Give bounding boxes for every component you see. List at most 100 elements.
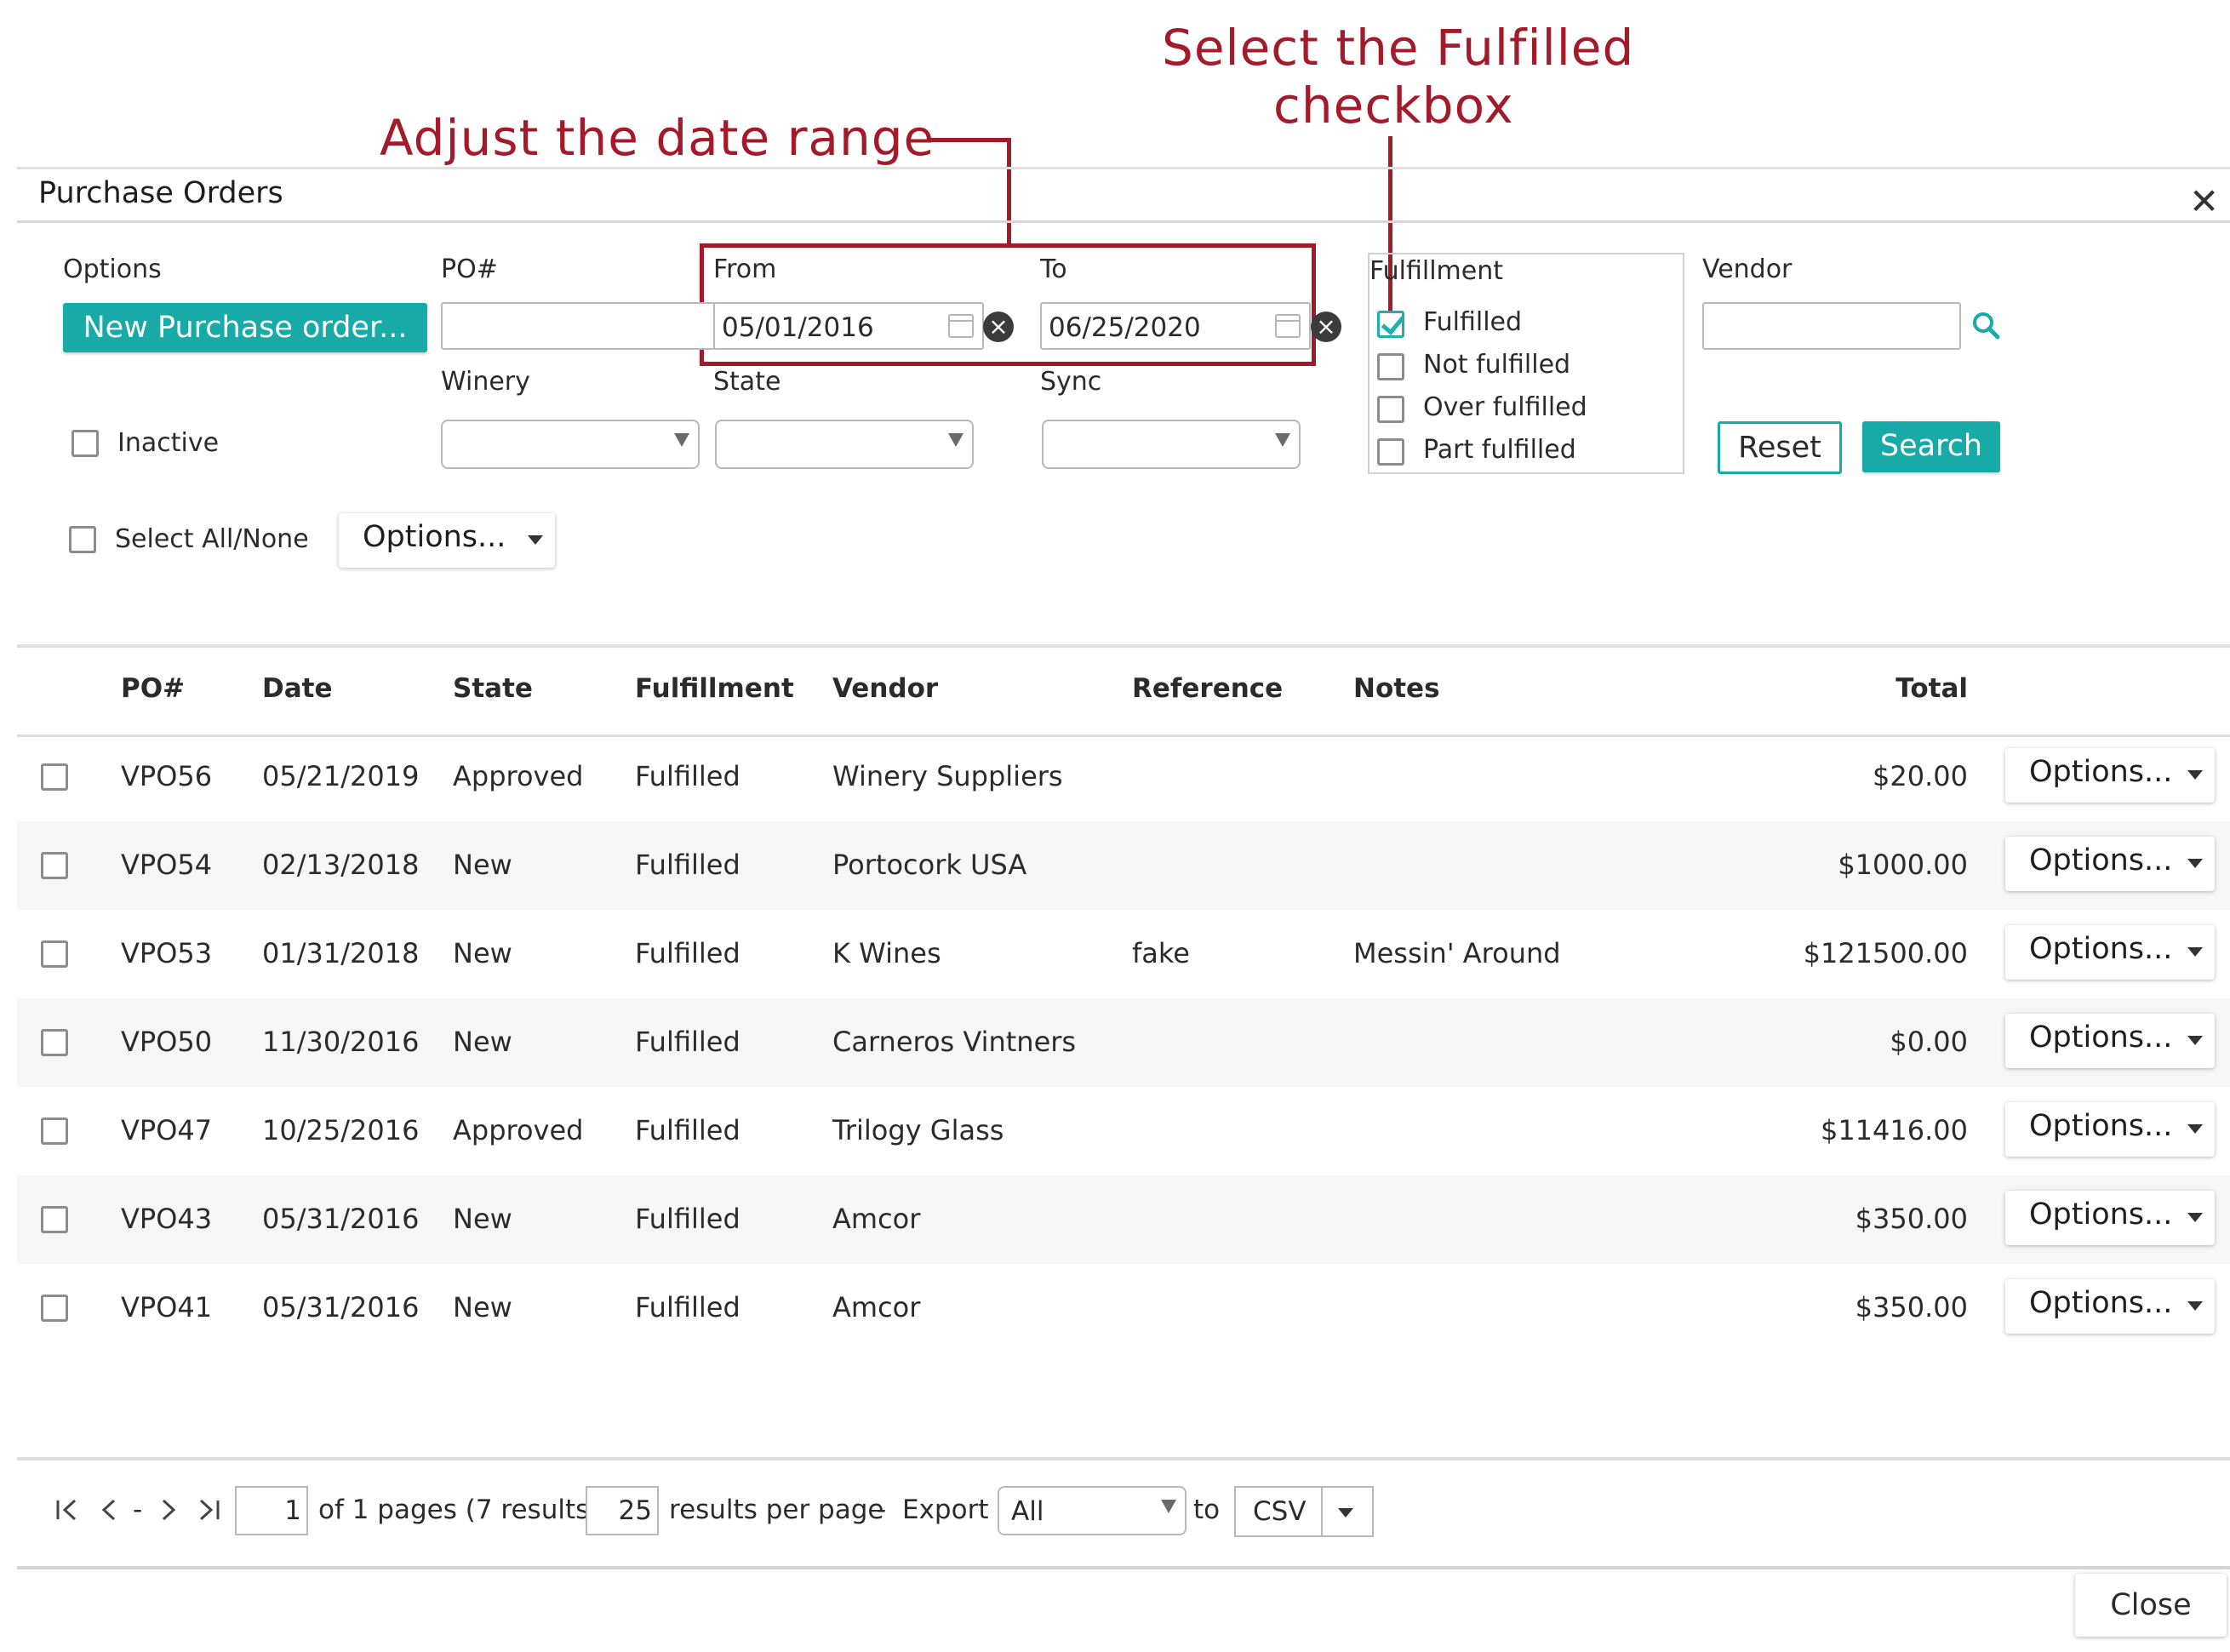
cell-po: VPO54	[121, 849, 213, 881]
row-options-label: Options...	[2029, 1286, 2173, 1320]
search-icon[interactable]	[1970, 309, 2004, 343]
dialog-titlebar: Purchase Orders ✕	[17, 169, 2230, 223]
table-row[interactable]: VPO54 02/13/2018 New Fulfilled Portocork USA…	[17, 821, 2230, 910]
cell-state: New	[453, 1026, 512, 1058]
fulfillment-checkbox-not-fulfilled[interactable]	[1377, 353, 1404, 380]
prev-page-icon[interactable]	[99, 1498, 119, 1522]
table-row[interactable]: VPO43 05/31/2016 New Fulfilled Amcor $350.00 O…	[17, 1175, 2230, 1264]
per-page-label: results per page	[669, 1495, 884, 1525]
table-row[interactable]: VPO41 05/31/2016 New Fulfilled Amcor $350.00 O…	[17, 1264, 2230, 1352]
po-input[interactable]	[441, 302, 722, 350]
row-checkbox[interactable]	[41, 852, 68, 879]
export-scope-value: All	[1011, 1496, 1044, 1527]
row-options-label: Options...	[2029, 1020, 2173, 1055]
options-label: Options	[63, 254, 162, 284]
winery-select[interactable]	[441, 420, 700, 469]
from-date-input[interactable]: 05/01/2016	[713, 302, 984, 350]
table-row[interactable]: VPO47 10/25/2016 Approved Fulfilled Trilogy …	[17, 1087, 2230, 1175]
row-options-button[interactable]: Options...	[2005, 925, 2215, 980]
cell-po: VPO47	[121, 1114, 213, 1146]
search-button[interactable]: Search	[1862, 421, 2000, 472]
cell-po: VPO41	[121, 1291, 213, 1323]
table-row[interactable]: VPO50 11/30/2016 New Fulfilled Carneros Vint…	[17, 998, 2230, 1087]
to-date-input[interactable]: 06/25/2020	[1040, 302, 1311, 350]
inactive-checkbox[interactable]	[71, 430, 99, 457]
cell-date: 01/31/2018	[262, 937, 420, 969]
sync-label: Sync	[1040, 367, 1102, 397]
sync-select[interactable]	[1042, 420, 1301, 469]
cell-po: VPO50	[121, 1026, 213, 1058]
column-header-total[interactable]: Total	[1719, 673, 1968, 704]
cell-date: 02/13/2018	[262, 849, 420, 881]
cell-total: $350.00	[1855, 1203, 1968, 1235]
column-header-vendor[interactable]: Vendor	[832, 673, 938, 704]
cell-total: $11416.00	[1820, 1114, 1968, 1146]
close-button[interactable]: Close	[2075, 1574, 2227, 1637]
row-checkbox[interactable]	[41, 1029, 68, 1056]
bulk-options-button[interactable]: Options...	[339, 513, 555, 568]
annotation-connector-horizontal	[930, 138, 1011, 142]
dialog-title: Purchase Orders	[38, 176, 283, 210]
page-number-input[interactable]: 1	[235, 1486, 308, 1535]
column-header-notes[interactable]: Notes	[1353, 673, 1440, 704]
column-header-po[interactable]: PO#	[121, 673, 185, 704]
pager-separator: -	[133, 1495, 143, 1525]
row-options-button[interactable]: Options...	[2005, 748, 2215, 803]
row-options-button[interactable]: Options...	[2005, 1191, 2215, 1245]
calendar-icon[interactable]	[948, 314, 974, 338]
calendar-icon[interactable]	[1275, 314, 1301, 338]
export-scope-select[interactable]: All	[998, 1486, 1186, 1535]
fulfillment-option-label: Fulfilled	[1423, 307, 1523, 337]
new-purchase-order-button[interactable]: New Purchase order...	[63, 303, 427, 352]
row-checkbox[interactable]	[41, 1206, 68, 1233]
reset-button[interactable]: Reset	[1718, 421, 1842, 474]
cell-fulfillment: Fulfilled	[635, 1114, 740, 1146]
table-row[interactable]: VPO56 05/21/2019 Approved Fulfilled Winery S…	[17, 733, 2230, 821]
caret-down-icon	[2187, 859, 2203, 868]
column-header-state[interactable]: State	[453, 673, 533, 704]
fulfillment-checkbox-over-fulfilled[interactable]	[1377, 396, 1404, 423]
row-options-label: Options...	[2029, 1109, 2173, 1143]
export-format-divider	[1321, 1488, 1323, 1535]
winery-label: Winery	[441, 367, 530, 397]
row-options-button[interactable]: Options...	[2005, 1279, 2215, 1334]
row-checkbox[interactable]	[41, 763, 68, 791]
fulfillment-checkbox-fulfilled[interactable]	[1377, 311, 1404, 338]
clear-to-icon[interactable]: ×	[1311, 312, 1341, 342]
column-header-reference[interactable]: Reference	[1132, 673, 1283, 704]
caret-down-icon	[2187, 1124, 2203, 1134]
column-header-date[interactable]: Date	[262, 673, 333, 704]
per-page-input[interactable]: 25	[586, 1486, 659, 1535]
fulfillment-option-label: Not fulfilled	[1423, 350, 1571, 380]
row-options-button[interactable]: Options...	[2005, 837, 2215, 891]
to-date-value: 06/25/2020	[1049, 312, 1201, 343]
purchase-orders-dialog: Purchase Orders ✕ Options New Purchase o…	[17, 167, 2230, 1652]
cell-total: $20.00	[1873, 760, 1968, 792]
cell-notes: Messin' Around	[1353, 937, 1561, 969]
select-all-checkbox[interactable]	[69, 526, 96, 553]
next-page-icon[interactable]	[158, 1498, 179, 1522]
last-page-icon[interactable]	[196, 1498, 221, 1522]
export-to-label: to	[1193, 1495, 1221, 1525]
vendor-input[interactable]	[1702, 302, 1961, 350]
state-select[interactable]	[715, 420, 974, 469]
row-options-button[interactable]: Options...	[2005, 1102, 2215, 1157]
row-options-button[interactable]: Options...	[2005, 1014, 2215, 1068]
row-checkbox[interactable]	[41, 1118, 68, 1145]
close-icon[interactable]: ✕	[2189, 184, 2219, 220]
export-format-select[interactable]: CSV	[1234, 1486, 1374, 1537]
from-label: From	[713, 254, 777, 284]
clear-from-icon[interactable]: ×	[983, 312, 1014, 342]
cell-fulfillment: Fulfilled	[635, 760, 740, 792]
cell-fulfillment: Fulfilled	[635, 1203, 740, 1235]
cell-vendor: Portocork USA	[832, 849, 1027, 881]
row-checkbox[interactable]	[41, 940, 68, 968]
fulfillment-checkbox-part-fulfilled[interactable]	[1377, 438, 1404, 466]
table-row[interactable]: VPO53 01/31/2018 New Fulfilled K Wines fake Me…	[17, 910, 2230, 998]
cell-state: New	[453, 849, 512, 881]
row-checkbox[interactable]	[41, 1295, 68, 1322]
first-page-icon[interactable]	[54, 1498, 80, 1522]
caret-down-icon	[2187, 1036, 2203, 1045]
column-header-fulfillment[interactable]: Fulfillment	[635, 673, 794, 704]
chevron-down-icon	[1275, 433, 1290, 447]
